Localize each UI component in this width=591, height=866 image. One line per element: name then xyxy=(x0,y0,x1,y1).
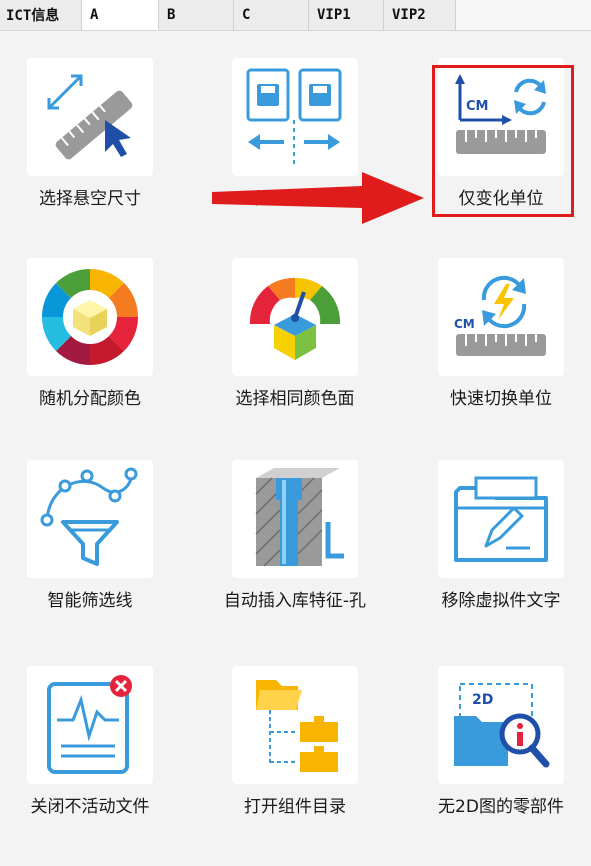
tab-b[interactable]: B xyxy=(159,0,234,30)
tool-random-color[interactable]: 随机分配颜色 xyxy=(0,258,180,458)
no-2d-search-icon: 2D xyxy=(438,666,564,784)
folder-edit-icon xyxy=(438,460,564,578)
tab-bar: ICT信息 A B C VIP1 VIP2 xyxy=(0,0,591,31)
tool-label: 打开组件目录 xyxy=(244,797,346,817)
svg-text:CM: CM xyxy=(466,99,488,114)
tab-vip1[interactable]: VIP1 xyxy=(309,0,384,30)
curve-filter-icon xyxy=(27,460,153,578)
tool-close-inactive-files[interactable]: 关闭不活动文件 xyxy=(0,666,180,866)
tab-ict-info[interactable]: ICT信息 xyxy=(0,0,82,30)
tab-vip2[interactable]: VIP2 xyxy=(384,0,456,30)
tab-a[interactable]: A xyxy=(82,0,159,30)
tool-select-dangling-dimension[interactable]: 选择悬空尺寸 xyxy=(0,58,180,258)
tool-label: 移除虚拟件文字 xyxy=(441,591,561,611)
tool-label: 选择相同颜色面 xyxy=(235,389,355,409)
tool-select-same-color-face[interactable]: 选择相同颜色面 xyxy=(205,258,385,458)
tool-remove-virtual-part-text[interactable]: 移除虚拟件文字 xyxy=(411,460,591,660)
folder-tree-icon xyxy=(232,666,358,784)
tool-label: 智能筛选线 xyxy=(47,591,133,611)
tool-quick-unit-switch[interactable]: CM 快速切换单位 xyxy=(411,258,591,458)
tab-c[interactable]: C xyxy=(234,0,309,30)
close-file-icon xyxy=(27,666,153,784)
tool-label: 选择悬空尺寸 xyxy=(39,189,141,209)
hole-feature-icon xyxy=(232,460,358,578)
color-gauge-icon xyxy=(232,258,358,376)
unit-change-icon: CM xyxy=(438,58,564,176)
tool-label: 无2D图的零部件 xyxy=(438,797,564,817)
tool-label: 关闭不活动文件 xyxy=(30,797,150,817)
ruler-select-icon xyxy=(27,58,153,176)
tool-label: 随机分配颜色 xyxy=(39,389,141,409)
tool-smart-filter-lines[interactable]: 智能筛选线 xyxy=(0,460,180,660)
svg-text:2D: 2D xyxy=(472,692,493,708)
tool-open-component-directory[interactable]: 打开组件目录 xyxy=(205,666,385,866)
save-pages-icon xyxy=(232,58,358,176)
tool-drawing-split-save[interactable]: 工程图分页保存 xyxy=(205,58,385,258)
pointer-arrow-icon xyxy=(212,172,424,224)
tool-label: 仅变化单位 xyxy=(458,189,544,209)
tab-bar-filler xyxy=(456,0,591,30)
color-wheel-icon xyxy=(27,258,153,376)
svg-text:CM: CM xyxy=(454,317,475,331)
tool-parts-without-2d[interactable]: 2D 无2D图的零部件 xyxy=(411,666,591,866)
tool-auto-insert-hole-feature[interactable]: 自动插入库特征-孔 xyxy=(205,460,385,660)
quick-unit-switch-icon: CM xyxy=(438,258,564,376)
tool-unit-change-only[interactable]: CM 仅变化单位 xyxy=(411,58,591,258)
tool-grid: 选择悬空尺寸 工程图分页保存 xyxy=(0,30,591,831)
tool-label: 自动插入库特征-孔 xyxy=(223,591,367,611)
tool-label: 快速切换单位 xyxy=(450,389,552,409)
